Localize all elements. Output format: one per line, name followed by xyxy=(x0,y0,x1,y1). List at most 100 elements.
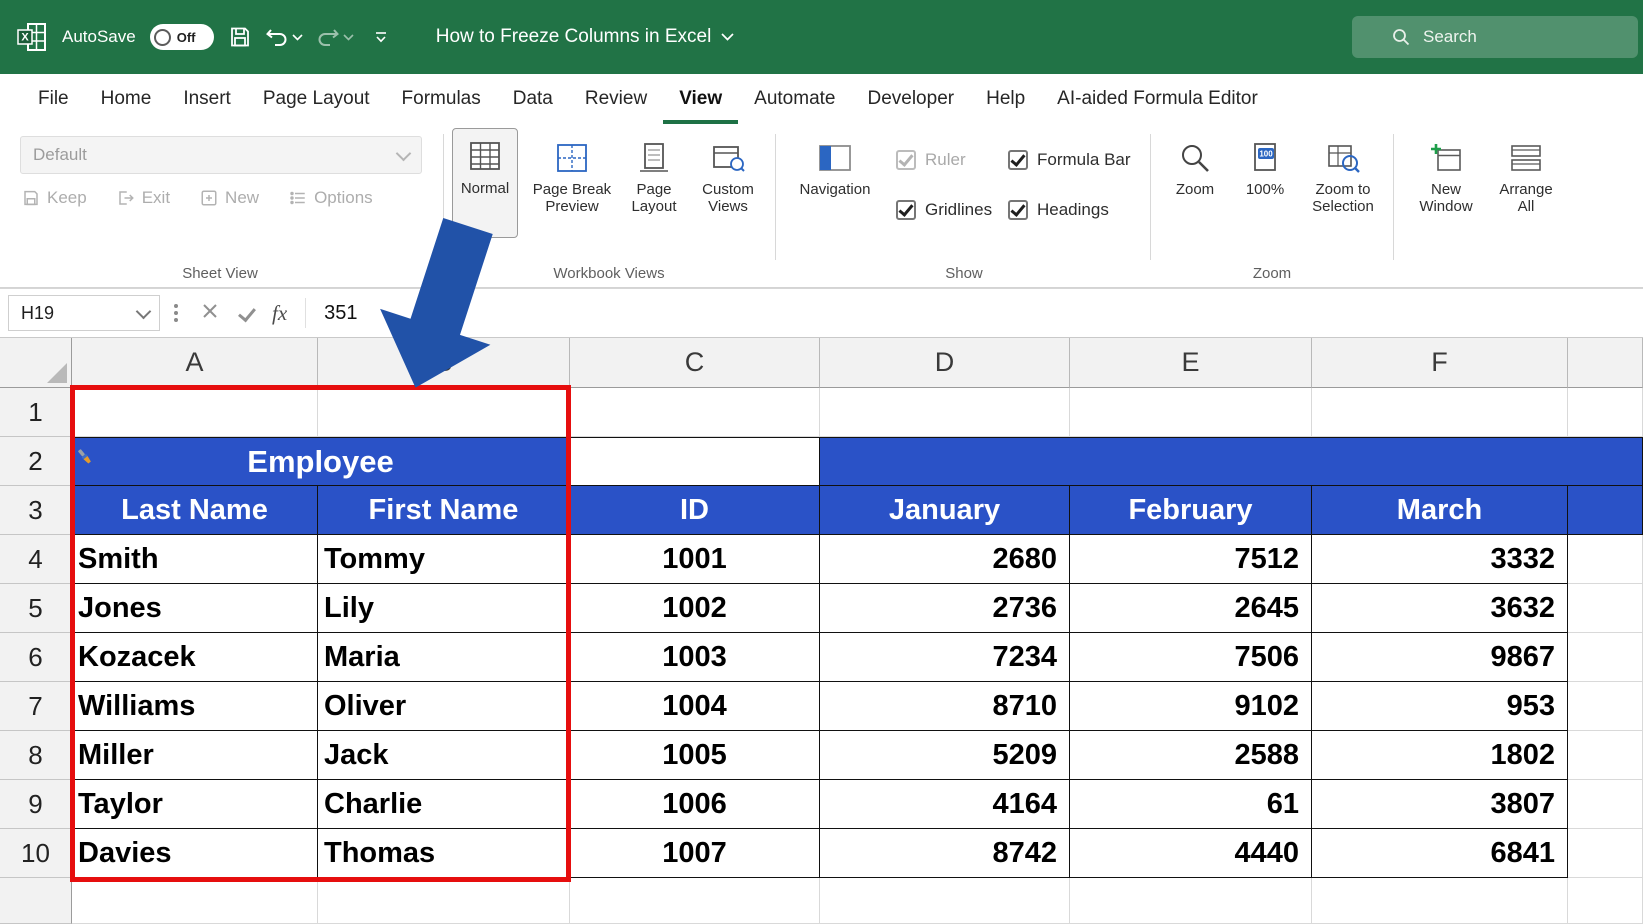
page-layout-button[interactable]: Page Layout xyxy=(622,132,686,216)
new-window-button[interactable]: New Window xyxy=(1408,132,1484,216)
undo-dropdown-chevron[interactable] xyxy=(292,34,303,41)
grid-cell[interactable]: Oliver xyxy=(318,682,570,731)
grid-cell[interactable]: 1002 xyxy=(570,584,820,633)
grid-cell[interactable]: 2680 xyxy=(820,535,1070,584)
tab-insert[interactable]: Insert xyxy=(167,74,247,124)
keep-button[interactable]: Keep xyxy=(22,188,87,208)
column-header-f[interactable]: F xyxy=(1312,338,1568,388)
grid-cell[interactable] xyxy=(1568,878,1643,924)
grid-cell[interactable]: Maria xyxy=(318,633,570,682)
name-box[interactable]: H19 xyxy=(8,295,160,331)
column-header-c[interactable]: C xyxy=(570,338,820,388)
grid-cell[interactable] xyxy=(820,388,1070,437)
grid-cell[interactable]: 8742 xyxy=(820,829,1070,878)
grid-cell[interactable]: 1006 xyxy=(570,780,820,829)
table-header-cell[interactable]: Last Name xyxy=(72,486,318,535)
document-title[interactable]: How to Freeze Columns in Excel xyxy=(436,26,735,48)
grid-cell[interactable]: 2645 xyxy=(1070,584,1312,633)
formula-bar-grip-icon[interactable] xyxy=(174,304,178,322)
grid-cell[interactable]: 61 xyxy=(1070,780,1312,829)
column-header-e[interactable]: E xyxy=(1070,338,1312,388)
grid-cell[interactable] xyxy=(1070,388,1312,437)
row-header[interactable]: 3 xyxy=(0,486,72,535)
formula-bar-checkbox[interactable]: Formula Bar xyxy=(1008,150,1131,170)
row-header[interactable]: 6 xyxy=(0,633,72,682)
grid-cell[interactable] xyxy=(1568,731,1643,780)
page-break-preview-button[interactable]: Page Break Preview xyxy=(526,132,618,216)
tab-home[interactable]: Home xyxy=(85,74,168,124)
merged-banner-cell-right[interactable] xyxy=(820,437,1643,486)
merged-banner-cell[interactable]: Employee xyxy=(72,437,570,486)
grid-cell[interactable]: 1001 xyxy=(570,535,820,584)
cancel-icon[interactable] xyxy=(202,303,218,324)
grid-cell[interactable]: 7234 xyxy=(820,633,1070,682)
formula-input[interactable]: 351 xyxy=(324,302,357,325)
grid-cell[interactable] xyxy=(1568,829,1643,878)
tab-review[interactable]: Review xyxy=(569,74,663,124)
grid-cell[interactable] xyxy=(1568,584,1643,633)
grid-cell[interactable]: 3807 xyxy=(1312,780,1568,829)
row-header[interactable]: 5 xyxy=(0,584,72,633)
grid-cell[interactable] xyxy=(1070,878,1312,924)
tab-data[interactable]: Data xyxy=(497,74,569,124)
zoom-to-selection-button[interactable]: Zoom to Selection xyxy=(1300,132,1386,216)
row-header[interactable]: 7 xyxy=(0,682,72,731)
grid-cell[interactable] xyxy=(1568,388,1643,437)
gridlines-checkbox[interactable]: Gridlines xyxy=(896,200,992,220)
table-header-cell[interactable]: January xyxy=(820,486,1070,535)
grid-cell[interactable]: Tommy xyxy=(318,535,570,584)
column-header-b[interactable]: B xyxy=(318,338,570,388)
grid-cell[interactable]: 5209 xyxy=(820,731,1070,780)
normal-view-button[interactable]: Normal xyxy=(452,128,518,238)
tab-automate[interactable]: Automate xyxy=(738,74,851,124)
save-icon[interactable] xyxy=(228,25,252,49)
table-header-cell[interactable]: February xyxy=(1070,486,1312,535)
table-header-cell[interactable]: March xyxy=(1312,486,1568,535)
tab-formulas[interactable]: Formulas xyxy=(386,74,497,124)
grid-cell[interactable] xyxy=(1568,633,1643,682)
insert-function-icon[interactable]: fx xyxy=(272,301,287,326)
row-header[interactable]: 2 xyxy=(0,437,72,486)
grid-cell[interactable]: 2736 xyxy=(820,584,1070,633)
grid-cell[interactable] xyxy=(318,878,570,924)
tab-developer[interactable]: Developer xyxy=(851,74,970,124)
grid-cell[interactable]: 1802 xyxy=(1312,731,1568,780)
grid-cell[interactable]: Lily xyxy=(318,584,570,633)
grid-cell[interactable] xyxy=(1568,535,1643,584)
grid-cell[interactable]: 1003 xyxy=(570,633,820,682)
grid-cell[interactable]: 3332 xyxy=(1312,535,1568,584)
grid-cell[interactable]: Jones xyxy=(72,584,318,633)
grid-cell[interactable] xyxy=(72,388,318,437)
sheet-view-dropdown[interactable]: Default xyxy=(20,136,422,174)
table-header-cell[interactable] xyxy=(1568,486,1643,535)
table-header-cell[interactable]: First Name xyxy=(318,486,570,535)
grid-cell[interactable]: 1007 xyxy=(570,829,820,878)
grid-cell[interactable]: Davies xyxy=(72,829,318,878)
select-all-corner[interactable] xyxy=(0,338,72,388)
grid-cell[interactable]: 4164 xyxy=(820,780,1070,829)
grid-cell[interactable]: Taylor xyxy=(72,780,318,829)
grid-cell[interactable] xyxy=(820,878,1070,924)
custom-views-button[interactable]: Custom Views xyxy=(692,132,764,216)
grid-cell[interactable] xyxy=(72,878,318,924)
column-header-a[interactable]: A xyxy=(72,338,318,388)
tab-view[interactable]: View xyxy=(663,74,738,124)
grid-cell[interactable]: 2588 xyxy=(1070,731,1312,780)
redo-button[interactable] xyxy=(317,27,354,47)
zoom-100-button[interactable]: 100 100% xyxy=(1236,132,1294,198)
tab-ai-formula-editor[interactable]: AI-aided Formula Editor xyxy=(1041,74,1274,124)
grid-cell[interactable] xyxy=(570,437,820,486)
row-header[interactable]: 9 xyxy=(0,780,72,829)
row-header[interactable]: 8 xyxy=(0,731,72,780)
grid-cell[interactable]: Kozacek xyxy=(72,633,318,682)
grid-cell[interactable]: Miller xyxy=(72,731,318,780)
column-header-d[interactable]: D xyxy=(820,338,1070,388)
undo-button[interactable] xyxy=(266,27,303,47)
zoom-button[interactable]: Zoom xyxy=(1164,132,1226,198)
grid-cell[interactable]: 1005 xyxy=(570,731,820,780)
grid-cell[interactable] xyxy=(1568,682,1643,731)
headings-checkbox[interactable]: Headings xyxy=(1008,200,1109,220)
grid-cell[interactable] xyxy=(318,388,570,437)
grid-cell[interactable]: 9102 xyxy=(1070,682,1312,731)
redo-dropdown-chevron[interactable] xyxy=(343,34,354,41)
